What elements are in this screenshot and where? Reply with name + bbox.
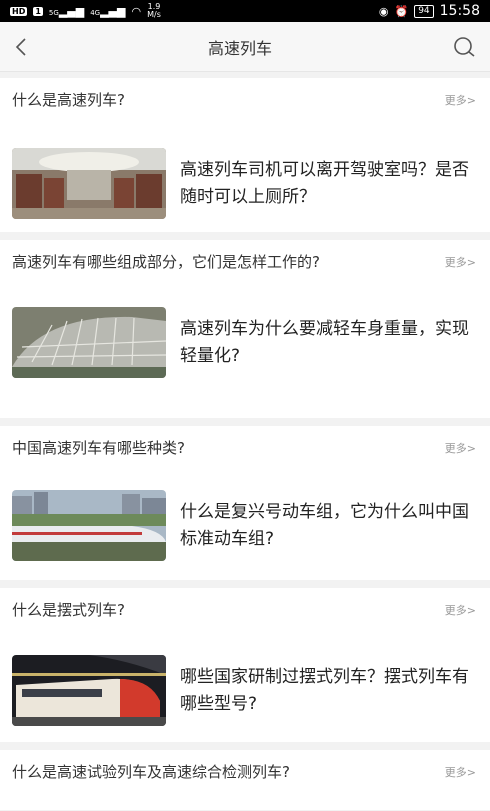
article-thumbnail — [12, 148, 166, 219]
more-link[interactable]: 更多> — [445, 252, 476, 270]
hd-badge: HD — [10, 6, 28, 16]
net-speed-unit: M/s — [147, 10, 161, 19]
topic-title[interactable]: 什么是高速试验列车及高速综合检测列车? — [12, 762, 290, 783]
more-link[interactable]: 更多> — [445, 438, 476, 456]
topic-section: 什么是摆式列车? 更多> 哪些国家研制过摆式列车？摆式列车有哪些型号? — [0, 588, 490, 742]
train-body-frame-photo — [12, 307, 166, 378]
page-title: 高速列车 — [207, 38, 272, 58]
nav-bar: 高速列车 — [0, 22, 490, 72]
train-interior-photo — [12, 148, 166, 219]
article-thumbnail — [12, 490, 166, 561]
more-link[interactable]: 更多> — [445, 600, 476, 618]
more-link[interactable]: 更多> — [445, 90, 476, 108]
article-card[interactable]: 什么是复兴号动车组，它为什么叫中国标准动车组? — [0, 490, 490, 561]
back-button[interactable] — [14, 37, 28, 57]
topic-title[interactable]: 中国高速列车有哪些种类? — [12, 438, 185, 459]
topic-section: 什么是高速列车? 更多> 高速列车司机可以离开驾驶室吗？是否随时可以上厕所？ — [0, 78, 490, 232]
alarm-icon: ⏰ — [394, 4, 409, 18]
eye-icon: ◉ — [378, 4, 389, 18]
clock: 15:58 — [439, 3, 480, 19]
search-button[interactable] — [452, 35, 476, 59]
article-card[interactable]: 哪些国家研制过摆式列车？摆式列车有哪些型号? — [0, 655, 490, 726]
battery-icon: 94 — [414, 4, 434, 18]
status-bar: HD 1 5G▂▄▆ 4G▂▄▆ ◠ 1.9 M/s ◉ ⏰ 94 15:58 — [0, 0, 490, 22]
topic-section: 高速列车有哪些组成部分，它们是怎样工作的? 更多> 高速列车为什么要减轻车身重量… — [0, 240, 490, 418]
article-title: 高速列车司机可以离开驾驶室吗？是否随时可以上厕所？ — [180, 159, 469, 207]
more-link[interactable]: 更多> — [445, 762, 476, 780]
signal-4g-icon: 4G▂▄▆ — [90, 4, 126, 18]
topic-title[interactable]: 什么是摆式列车? — [12, 600, 125, 621]
topic-section: 什么是高速试验列车及高速综合检测列车? 更多> — [0, 750, 490, 810]
article-thumbnail — [12, 655, 166, 726]
topic-title[interactable]: 高速列车有哪些组成部分，它们是怎样工作的? — [12, 252, 320, 273]
signal-5g-icon: 5G▂▄▆ — [48, 4, 85, 18]
article-title: 什么是复兴号动车组，它为什么叫中国标准动车组? — [180, 501, 469, 549]
tilting-train-photo — [12, 655, 166, 726]
search-icon — [454, 36, 475, 57]
article-card[interactable]: 高速列车为什么要减轻车身重量，实现轻量化? — [0, 307, 490, 378]
wifi-icon: ◠ — [131, 4, 142, 18]
fuxing-train-photo — [12, 490, 166, 561]
chevron-left-icon — [15, 37, 26, 56]
article-title: 哪些国家研制过摆式列车？摆式列车有哪些型号? — [180, 666, 469, 714]
article-thumbnail — [12, 307, 166, 378]
topic-title[interactable]: 什么是高速列车? — [12, 90, 125, 111]
article-title: 高速列车为什么要减轻车身重量，实现轻量化? — [180, 318, 469, 366]
article-card[interactable]: 高速列车司机可以离开驾驶室吗？是否随时可以上厕所？ — [0, 148, 490, 219]
topic-section: 中国高速列车有哪些种类? 更多> 什么是复兴号动车组，它为什么叫中国标准动车组? — [0, 426, 490, 580]
sim-badge: 1 — [33, 6, 43, 16]
